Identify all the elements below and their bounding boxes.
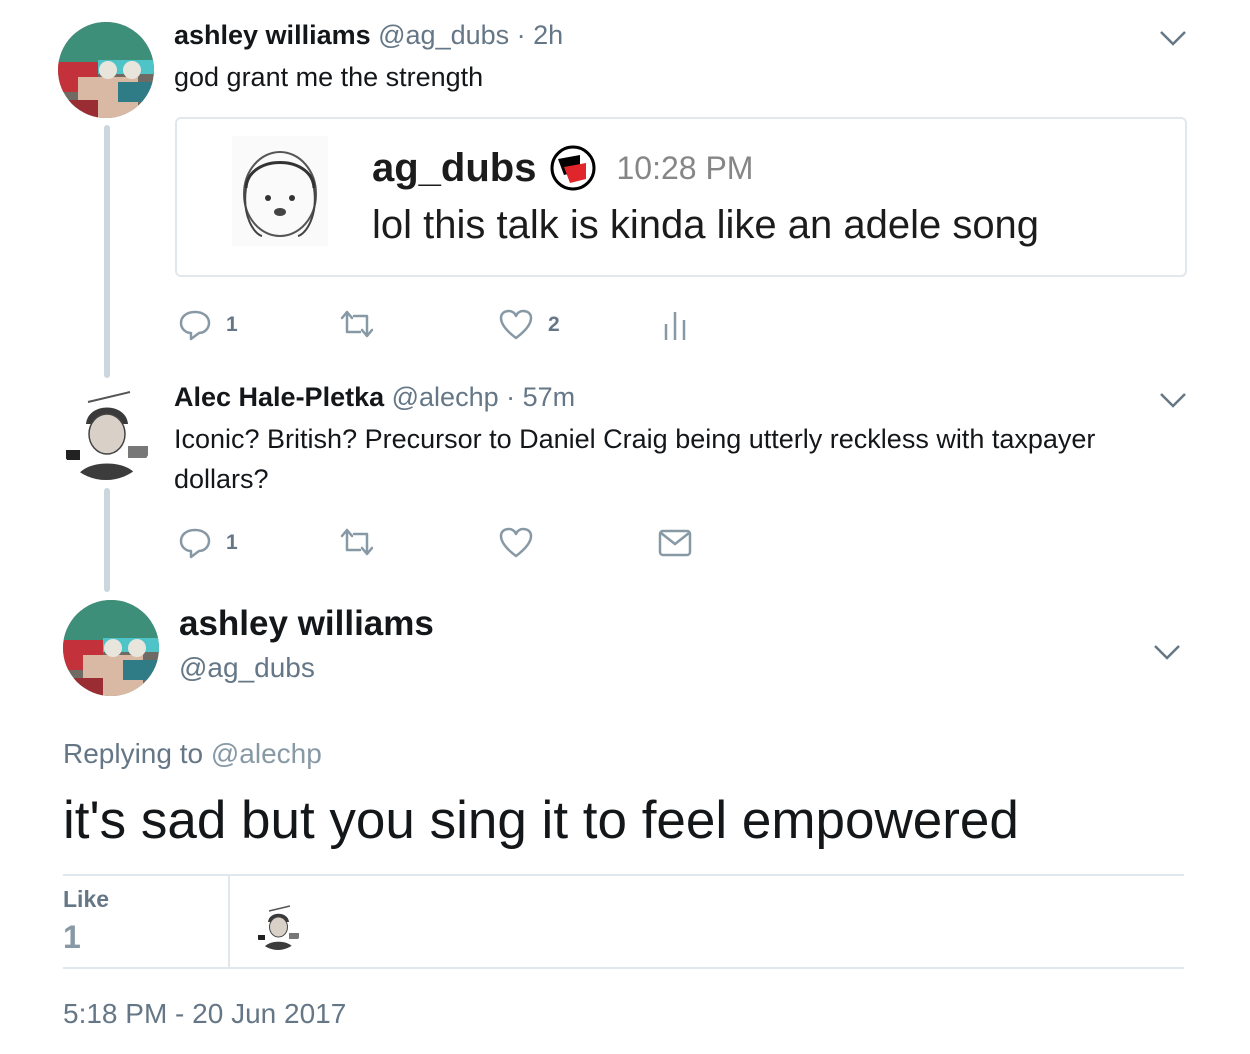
quoted-message-card[interactable]: ag_dubs 10:28 PM lol this talk is kinda … (175, 117, 1187, 277)
heart-icon (499, 309, 533, 340)
author-name[interactable]: Alec Hale-Pletka (174, 382, 384, 412)
ag-dubs-drawing-avatar (232, 136, 328, 246)
retweet-icon (340, 310, 374, 338)
author-name[interactable]: ashley williams (174, 20, 371, 50)
main-author-name[interactable]: ashley williams (179, 604, 434, 644)
antifa-flag-icon (550, 145, 596, 191)
tweet-text-line: Iconic? British? Precursor to Daniel Cra… (174, 424, 1096, 454)
thread-line-1 (104, 125, 110, 378)
quoted-username: ag_dubs (372, 145, 537, 190)
reply-count: 1 (226, 313, 238, 336)
avatar[interactable] (58, 384, 154, 480)
likes-label: Like (63, 886, 110, 912)
likes-count: 1 (63, 919, 81, 955)
reply-count: 1 (226, 531, 238, 554)
like-button[interactable] (498, 526, 534, 560)
tweet-text: Iconic? British? Precursor to Daniel Cra… (174, 419, 1174, 499)
retweet-icon (340, 528, 374, 556)
divider (63, 967, 1184, 969)
author-meta[interactable]: @ag_dubs · 2h (378, 20, 563, 50)
reply-icon (179, 528, 211, 559)
tweet-header: Alec Hale-Pletka @alechp · 57m (174, 382, 575, 413)
divider (63, 874, 1184, 876)
tweet-header: ashley williams @ag_dubs · 2h (174, 20, 563, 51)
quoted-time: 10:28 PM (616, 149, 754, 186)
tweet-text-line: dollars? (174, 464, 269, 494)
replying-handle-link[interactable]: @alechp (211, 738, 322, 769)
heart-icon (499, 527, 533, 558)
main-author-handle[interactable]: @ag_dubs (179, 652, 315, 684)
tweet-timestamp[interactable]: 5:18 PM - 20 Jun 2017 (63, 998, 346, 1030)
thread-line-2 (104, 488, 110, 592)
mail-icon (658, 529, 692, 557)
avatar[interactable] (58, 22, 154, 118)
analytics-icon (664, 312, 686, 340)
avatar[interactable] (63, 600, 159, 696)
replying-to: Replying to @alechp (63, 738, 322, 770)
main-tweet-text: it's sad but you sing it to feel empower… (63, 791, 1019, 850)
chevron-down-icon[interactable] (1158, 390, 1188, 410)
author-meta[interactable]: @alechp · 57m (392, 382, 576, 412)
like-count: 2 (548, 313, 560, 336)
likes-stat[interactable]: Like 1 (63, 886, 109, 956)
reply-icon (179, 310, 211, 341)
retweet-button[interactable] (338, 526, 376, 558)
reply-button[interactable]: 1 (178, 526, 238, 560)
like-button[interactable]: 2 (498, 308, 560, 342)
chevron-down-icon[interactable] (1152, 642, 1182, 662)
chevron-down-icon[interactable] (1158, 28, 1188, 48)
divider (228, 876, 230, 968)
direct-message-button[interactable] (658, 528, 692, 558)
replying-label: Replying to (63, 738, 204, 769)
tweet-text: god grant me the strength (174, 62, 484, 92)
reply-button[interactable]: 1 (178, 308, 238, 342)
retweet-button[interactable] (338, 308, 376, 340)
analytics-button[interactable] (662, 308, 688, 342)
liker-avatar[interactable] (254, 902, 302, 950)
quoted-text: lol this talk is kinda like an adele son… (372, 203, 1040, 247)
